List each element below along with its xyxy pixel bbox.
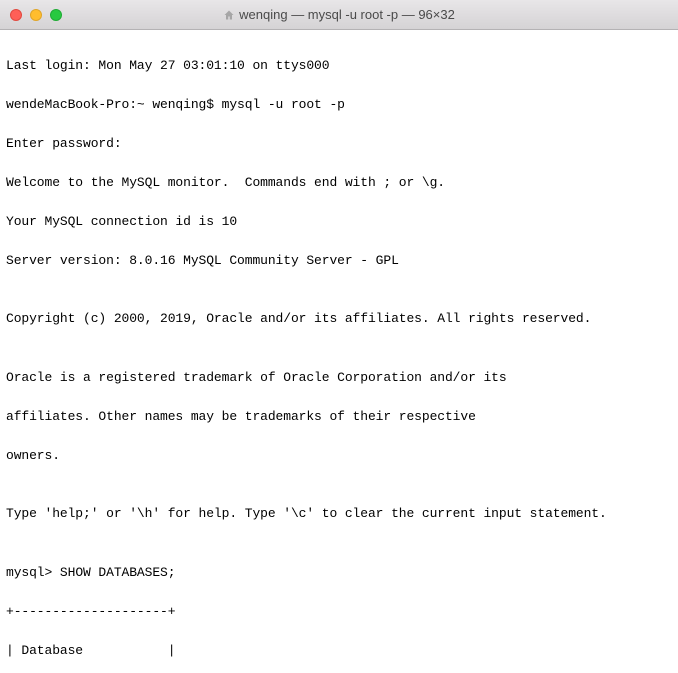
terminal-line: Last login: Mon May 27 03:01:10 on ttys0… <box>6 56 672 76</box>
mysql-prompt: mysql> <box>6 565 60 580</box>
window-title: wenqing — mysql -u root -p — 96×32 <box>239 7 455 22</box>
terminal-line: Your MySQL connection id is 10 <box>6 212 672 232</box>
terminal-line: owners. <box>6 446 672 466</box>
terminal-line: Welcome to the MySQL monitor. Commands e… <box>6 173 672 193</box>
terminal-line: Enter password: <box>6 134 672 154</box>
terminal-content[interactable]: Last login: Mon May 27 03:01:10 on ttys0… <box>0 30 678 673</box>
terminal-line: mysql> SHOW DATABASES; <box>6 563 672 583</box>
shell-prompt: wendeMacBook-Pro:~ wenqing$ <box>6 97 222 112</box>
window-titlebar: wenqing — mysql -u root -p — 96×32 <box>0 0 678 30</box>
terminal-line: Type 'help;' or '\h' for help. Type '\c'… <box>6 504 672 524</box>
shell-command: mysql -u root -p <box>222 97 345 112</box>
terminal-line: affiliates. Other names may be trademark… <box>6 407 672 427</box>
table-separator: +--------------------+ <box>6 602 672 622</box>
maximize-button[interactable] <box>50 9 62 21</box>
terminal-line: wendeMacBook-Pro:~ wenqing$ mysql -u roo… <box>6 95 672 115</box>
window-title-wrap: wenqing — mysql -u root -p — 96×32 <box>0 7 678 22</box>
terminal-line: Server version: 8.0.16 MySQL Community S… <box>6 251 672 271</box>
home-icon <box>223 9 235 21</box>
mysql-command: SHOW DATABASES; <box>60 565 176 580</box>
traffic-lights <box>10 9 62 21</box>
terminal-line: Copyright (c) 2000, 2019, Oracle and/or … <box>6 309 672 329</box>
close-button[interactable] <box>10 9 22 21</box>
table-header: | Database | <box>6 641 672 661</box>
terminal-line: Oracle is a registered trademark of Orac… <box>6 368 672 388</box>
minimize-button[interactable] <box>30 9 42 21</box>
